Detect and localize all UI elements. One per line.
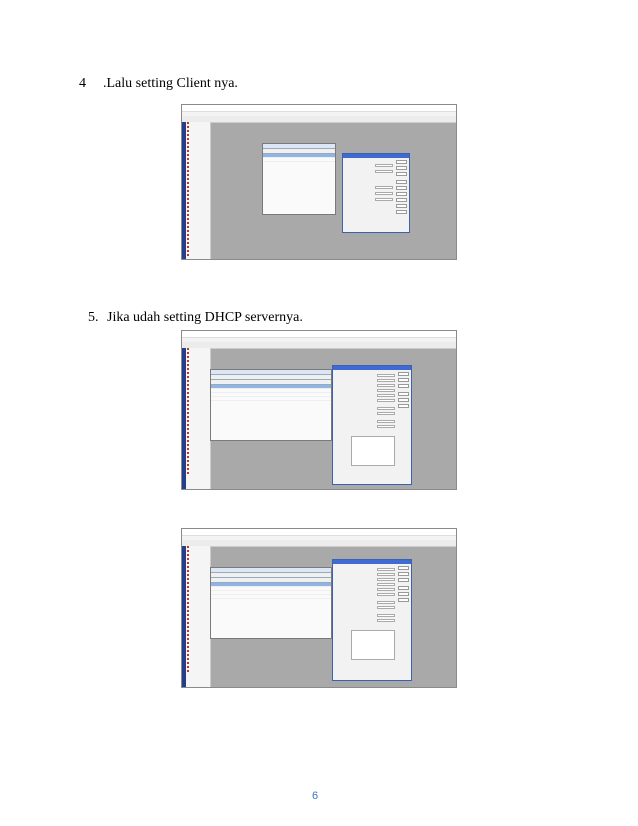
winbox-nav-list [186, 348, 211, 489]
ok-button[interactable] [396, 160, 407, 164]
disable-button[interactable] [396, 180, 407, 184]
winbox-screenshot-dhcp-server-2 [181, 528, 457, 688]
renew-button[interactable] [396, 210, 407, 214]
apply-button[interactable] [398, 578, 409, 582]
apply-button[interactable] [396, 172, 407, 176]
page-number: 6 [312, 790, 319, 802]
apply-button[interactable] [398, 384, 409, 388]
window-toolbar [182, 540, 456, 547]
ok-button[interactable] [398, 566, 409, 570]
dhcp-server-list-panel [210, 369, 332, 441]
window-titlebar [182, 105, 456, 112]
disable-button[interactable] [398, 392, 409, 396]
window-titlebar [182, 529, 456, 536]
comment-button[interactable] [396, 186, 407, 190]
winbox-screenshot-dhcp-server-1 [181, 330, 457, 490]
step-5-text: Jika udah setting DHCP servernya. [107, 310, 303, 325]
window-toolbar [182, 342, 456, 349]
window-toolbar [182, 116, 456, 123]
dhcp-server-dialog [332, 559, 412, 681]
winbox-nav-list [186, 122, 211, 259]
release-button[interactable] [396, 204, 407, 208]
dhcp-client-list-panel [262, 143, 336, 215]
window-titlebar [182, 331, 456, 338]
cancel-button[interactable] [398, 572, 409, 576]
dhcp-server-dialog [332, 365, 412, 485]
dhcp-client-dialog [342, 153, 410, 233]
remove-button[interactable] [398, 404, 409, 408]
disable-button[interactable] [398, 586, 409, 590]
step-5-number: 5. [88, 310, 99, 325]
step-4-text: .Lalu setting Client nya. [103, 76, 238, 91]
winbox-screenshot-dhcp-client [181, 104, 457, 260]
cancel-button[interactable] [398, 378, 409, 382]
step-4-number: 4 [79, 76, 86, 91]
remove-button[interactable] [396, 198, 407, 202]
copy-button[interactable] [398, 398, 409, 402]
dhcp-server-list-panel [210, 567, 332, 639]
copy-button[interactable] [396, 192, 407, 196]
ok-button[interactable] [398, 372, 409, 376]
remove-button[interactable] [398, 598, 409, 602]
winbox-nav-list [186, 546, 211, 687]
copy-button[interactable] [398, 592, 409, 596]
cancel-button[interactable] [396, 166, 407, 170]
